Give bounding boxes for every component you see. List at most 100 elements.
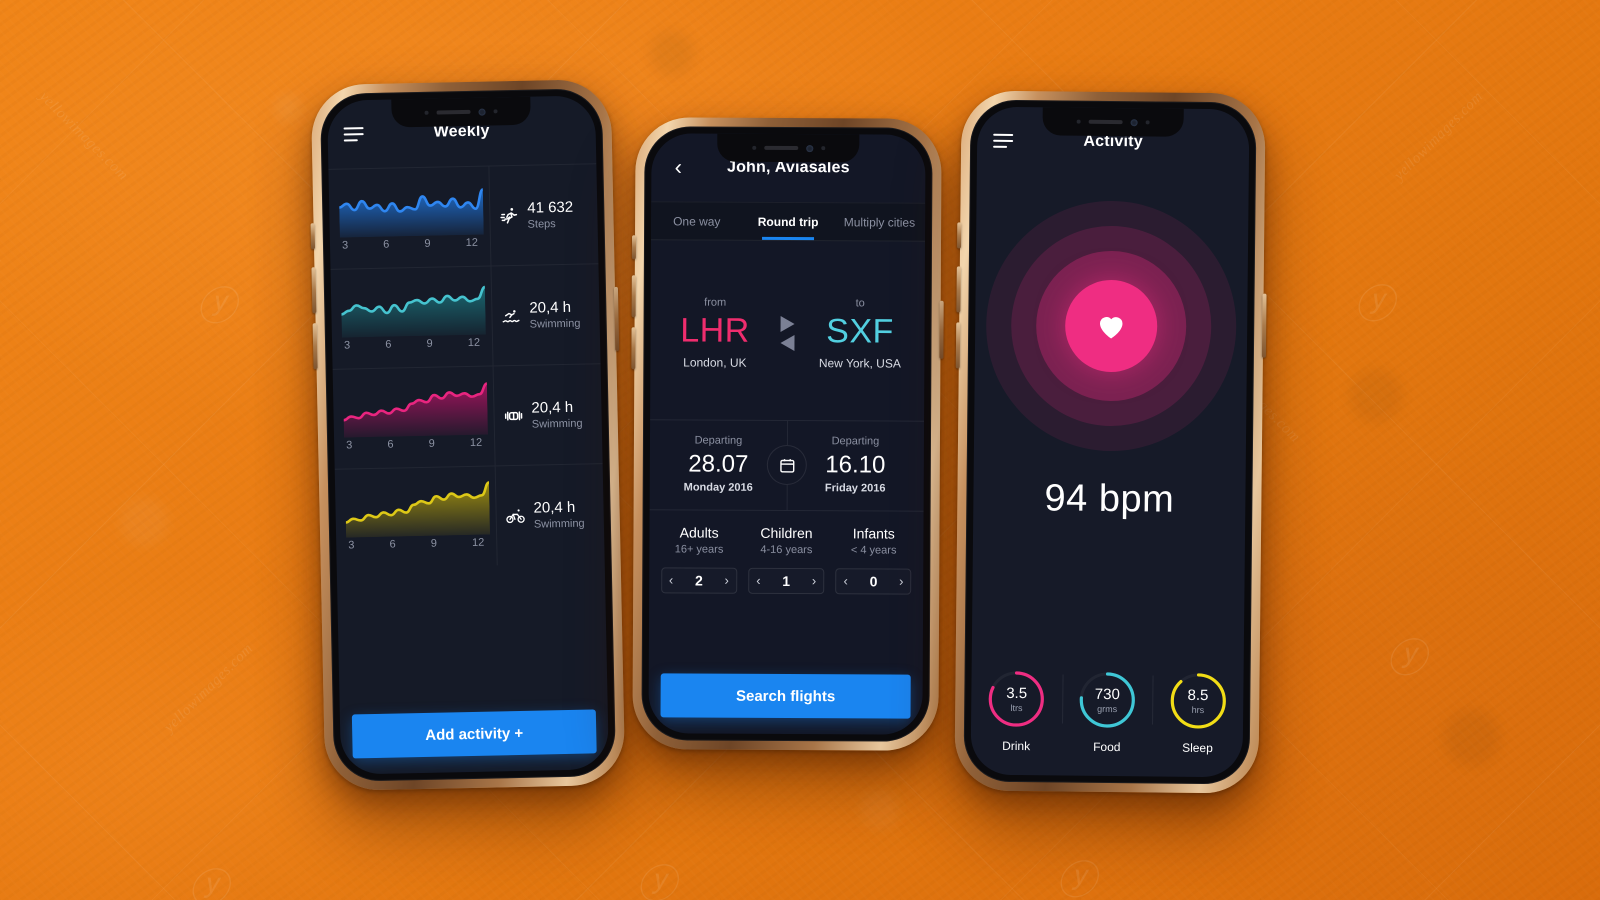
destination-field[interactable]: to SXF New York, USA — [805, 297, 914, 370]
axis-tick: 3 — [341, 239, 349, 252]
arrow-right-icon — [780, 315, 795, 332]
passenger-count: 0 — [869, 573, 878, 590]
passenger-stepper[interactable]: ‹ 1 › — [748, 567, 825, 594]
return-date-field[interactable]: Departing 16.10 Friday 2016 — [787, 435, 924, 495]
search-flights-button[interactable]: Search flights — [660, 673, 911, 719]
stat-label: Drink — [1002, 738, 1031, 754]
passenger-selector: Adults 16+ years ‹ 2 › Children 4-16 years ‹ 1 › I… — [649, 510, 923, 604]
depart-weekday: Monday 2016 — [683, 481, 753, 494]
activity-summary: 20,4 h Swimming — [490, 264, 601, 366]
add-activity-button[interactable]: Add activity + — [351, 709, 597, 759]
passenger-children: Children 4-16 years ‹ 1 › — [742, 524, 830, 594]
back-chevron-icon[interactable]: ‹ — [667, 154, 689, 179]
phone1-mute-switch[interactable] — [310, 223, 316, 250]
stat-food[interactable]: 730 grms Food — [1061, 669, 1153, 755]
phone2-power-button[interactable] — [939, 300, 944, 359]
calendar-icon[interactable] — [766, 445, 807, 486]
watermark-badge: ⓨ — [1354, 282, 1394, 327]
passenger-age-range: < 4 years — [850, 544, 897, 557]
stat-unit: hrs — [1191, 704, 1205, 715]
ring-value-group: 3.5 ltrs — [985, 668, 1048, 731]
cycling-icon — [505, 505, 525, 525]
axis-tick: 12 — [471, 536, 485, 549]
swap-arrows-icon[interactable] — [769, 315, 805, 351]
axis-tick: 6 — [383, 238, 390, 251]
destination-city: New York, USA — [818, 355, 901, 371]
origin-code: LHR — [680, 311, 750, 350]
phone1-volume-down[interactable] — [312, 323, 318, 370]
tab-round-trip[interactable]: Round trip — [742, 203, 834, 240]
weekly-activity-row[interactable]: 3 6 9 12 20,4 h Swimming — [330, 263, 601, 369]
weekly-activity-row[interactable]: 3 6 9 12 41 632 Steps — [328, 163, 599, 269]
watermark-badge: ⓨ — [1056, 858, 1096, 900]
phone-weekly: Weekly 3 6 9 12 41 632 Steps 3 6 9 12 20,4 h Swimmi… — [310, 78, 626, 792]
earpiece-speaker-icon — [1088, 119, 1123, 125]
passenger-type: Infants — [852, 525, 895, 542]
activity-label: Swimming — [529, 317, 581, 331]
phone1-notch — [391, 96, 532, 128]
activity-label: Swimming — [533, 517, 585, 531]
axis-tick: 9 — [430, 537, 438, 550]
axis-tick: 12 — [469, 436, 483, 449]
progress-ring: 730 grms — [1076, 669, 1139, 732]
phone1-bezel: Weekly 3 6 9 12 41 632 Steps 3 6 9 12 20,4 h Swimmi… — [319, 88, 617, 782]
activity-summary: 41 632 Steps — [488, 164, 599, 266]
watermark-text: yellowimages.com — [1391, 88, 1487, 184]
hamburger-icon[interactable] — [343, 127, 364, 142]
sensor-dot-icon — [424, 110, 429, 115]
phone3-power-button[interactable] — [1261, 293, 1267, 358]
running-icon — [499, 205, 519, 225]
tab-one-way[interactable]: One way — [651, 202, 743, 239]
axis-tick: 3 — [348, 539, 355, 552]
tab-multiply-cities[interactable]: Multiply cities — [834, 203, 926, 240]
arrow-left-icon — [780, 334, 795, 351]
passenger-stepper[interactable]: ‹ 2 › — [660, 567, 737, 594]
weekly-activity-row[interactable]: 3 6 9 12 20,4 h Swimming — [332, 363, 603, 469]
return-caption: Departing — [831, 434, 880, 448]
phone1-volume-up[interactable] — [311, 267, 317, 314]
phone3-mute-switch[interactable] — [957, 222, 962, 249]
ring-value-group: 730 grms — [1076, 669, 1139, 732]
activity-chart: 3 6 9 12 — [335, 466, 497, 568]
activity-summary: 20,4 h Swimming — [492, 364, 603, 466]
dumbbell-icon — [503, 405, 523, 425]
axis-tick: 9 — [424, 237, 431, 250]
stat-sleep[interactable]: 8.5 hrs Sleep — [1152, 669, 1244, 755]
phone2-mute-switch[interactable] — [631, 235, 637, 260]
axis-tick: 9 — [428, 437, 435, 450]
front-camera-icon — [478, 108, 486, 116]
earpiece-speaker-icon — [436, 109, 471, 115]
stepper-increment-icon[interactable]: › — [724, 573, 728, 588]
axis-tick: 6 — [387, 438, 394, 451]
stepper-decrement-icon[interactable]: ‹ — [844, 573, 848, 588]
hamburger-icon[interactable] — [993, 133, 1014, 148]
watermark-text: yellowimages.com — [36, 88, 132, 184]
pulse-ring-core[interactable] — [1064, 279, 1158, 373]
weekly-activity-row[interactable]: 3 6 9 12 20,4 h Swimming — [334, 463, 605, 569]
front-camera-icon — [1130, 118, 1138, 126]
bpm-value: 94 bpm — [1044, 477, 1175, 521]
stepper-decrement-icon[interactable]: ‹ — [756, 573, 760, 588]
proximity-sensor-icon — [493, 109, 498, 114]
heart-rate-visual — [974, 175, 1249, 478]
passenger-count: 1 — [782, 572, 791, 589]
phone2-volume-up[interactable] — [631, 275, 636, 318]
phone3-volume-down[interactable] — [955, 322, 961, 369]
progress-ring: 8.5 hrs — [1167, 670, 1230, 733]
stepper-decrement-icon[interactable]: ‹ — [669, 573, 673, 588]
stepper-increment-icon[interactable]: › — [812, 573, 816, 588]
watermark-text: yellowimages.com — [161, 640, 257, 736]
stepper-increment-icon[interactable]: › — [899, 574, 903, 589]
passenger-age-range: 4-16 years — [760, 543, 813, 556]
passenger-adults: Adults 16+ years ‹ 2 › — [655, 524, 743, 594]
phone2-volume-down[interactable] — [631, 327, 636, 370]
phone1-power-button[interactable] — [613, 286, 620, 351]
stat-value: 730 — [1094, 685, 1120, 703]
proximity-sensor-icon — [1145, 120, 1150, 125]
trip-type-tabs: One way Round trip Multiply cities — [651, 201, 926, 242]
passenger-stepper[interactable]: ‹ 0 › — [835, 567, 912, 595]
origin-field[interactable]: from LHR London, UK — [660, 296, 769, 370]
phone2-notch — [717, 133, 860, 163]
stat-drink[interactable]: 3.5 ltrs Drink — [971, 668, 1063, 754]
phone3-volume-up[interactable] — [956, 266, 961, 313]
